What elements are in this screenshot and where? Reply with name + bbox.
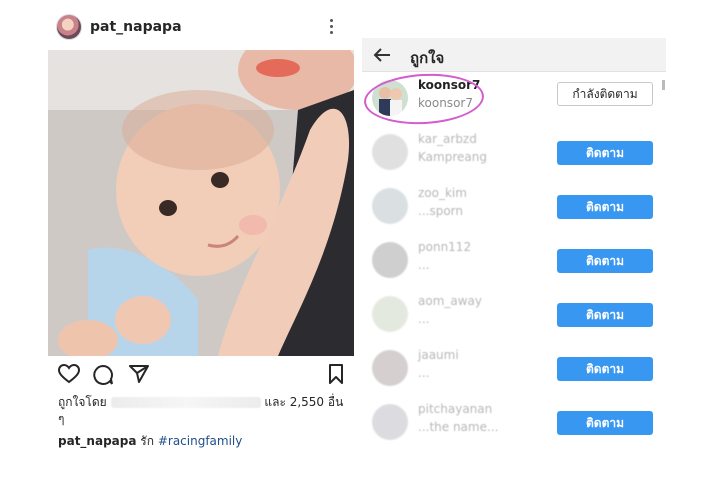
liker-row[interactable]: zoo_kim ...sporn ติดตาม	[362, 180, 666, 234]
post-header: pat_napapa	[56, 12, 356, 42]
liker-row[interactable]: ponn112 ... ติดตาม	[362, 234, 666, 288]
follow-button[interactable]: ติดตาม	[557, 303, 653, 327]
liker-username[interactable]: pitchayanan	[418, 402, 492, 416]
share-icon[interactable]	[128, 364, 150, 384]
caption-hashtag[interactable]: #racingfamily	[158, 434, 243, 448]
caption-text: รัก	[140, 434, 154, 448]
liker-row[interactable]: pitchayanan ...the name... ติดตาม	[362, 396, 666, 450]
liker-username[interactable]: ponn112	[418, 240, 471, 254]
more-options-icon[interactable]	[326, 16, 336, 38]
likes-panel: ถูกใจ koonsor7 koonsor7 กำลังติดตาม kar_…	[362, 38, 666, 440]
liker-username[interactable]: zoo_kim	[418, 186, 467, 200]
back-arrow-icon[interactable]	[372, 45, 392, 65]
liker-fullname: ...	[418, 312, 430, 326]
following-button[interactable]: กำลังติดตาม	[557, 82, 653, 106]
blurred-liker-names	[110, 397, 261, 408]
likes-prefix: ถูกใจโดย	[58, 395, 107, 409]
likes-tail: ๆ	[58, 412, 65, 426]
liker-row[interactable]: jaaumi ... ติดตาม	[362, 342, 666, 396]
liker-fullname: Kampreang	[418, 150, 487, 164]
liker-avatar[interactable]	[372, 296, 408, 332]
heart-icon[interactable]	[58, 364, 80, 384]
liker-username[interactable]: aom_away	[418, 294, 482, 308]
liker-row[interactable]: kar_arbzd Kampreang ติดตาม	[362, 126, 666, 180]
liker-fullname: ...the name...	[418, 420, 499, 434]
liker-avatar[interactable]	[372, 404, 408, 440]
follow-button[interactable]: ติดตาม	[557, 249, 653, 273]
baby-photo-illustration	[48, 50, 354, 356]
liker-username[interactable]: kar_arbzd	[418, 132, 477, 146]
follow-button[interactable]: ติดตาม	[557, 195, 653, 219]
liker-avatar[interactable]	[372, 134, 408, 170]
liker-avatar[interactable]	[372, 188, 408, 224]
post-actions	[58, 364, 348, 388]
post-caption: pat_napapa รัก #racingfamily	[58, 432, 242, 451]
likes-summary[interactable]: ถูกใจโดย และ 2,550 อื่น ๆ	[58, 394, 348, 428]
post-photo[interactable]	[48, 50, 354, 356]
liker-fullname: ...	[418, 366, 430, 380]
liker-avatar[interactable]	[372, 350, 408, 386]
liker-fullname: ...sporn	[418, 204, 463, 218]
likes-title: ถูกใจ	[410, 49, 445, 67]
likes-header: ถูกใจ	[362, 38, 666, 72]
post-author-username[interactable]: pat_napapa	[90, 19, 182, 35]
liker-username[interactable]: jaaumi	[418, 348, 459, 362]
post-author-avatar[interactable]	[56, 14, 82, 40]
likes-count-text: และ 2,550 อื่น	[264, 395, 344, 409]
comment-icon[interactable]	[92, 364, 114, 386]
follow-button[interactable]: ติดตาม	[557, 357, 653, 381]
liker-fullname: ...	[418, 258, 430, 272]
liker-row[interactable]: aom_away ... ติดตาม	[362, 288, 666, 342]
caption-username[interactable]: pat_napapa	[58, 434, 136, 448]
follow-button[interactable]: ติดตาม	[557, 141, 653, 165]
bookmark-icon[interactable]	[328, 364, 344, 384]
follow-button[interactable]: ติดตาม	[557, 411, 653, 435]
liker-avatar[interactable]	[372, 242, 408, 278]
